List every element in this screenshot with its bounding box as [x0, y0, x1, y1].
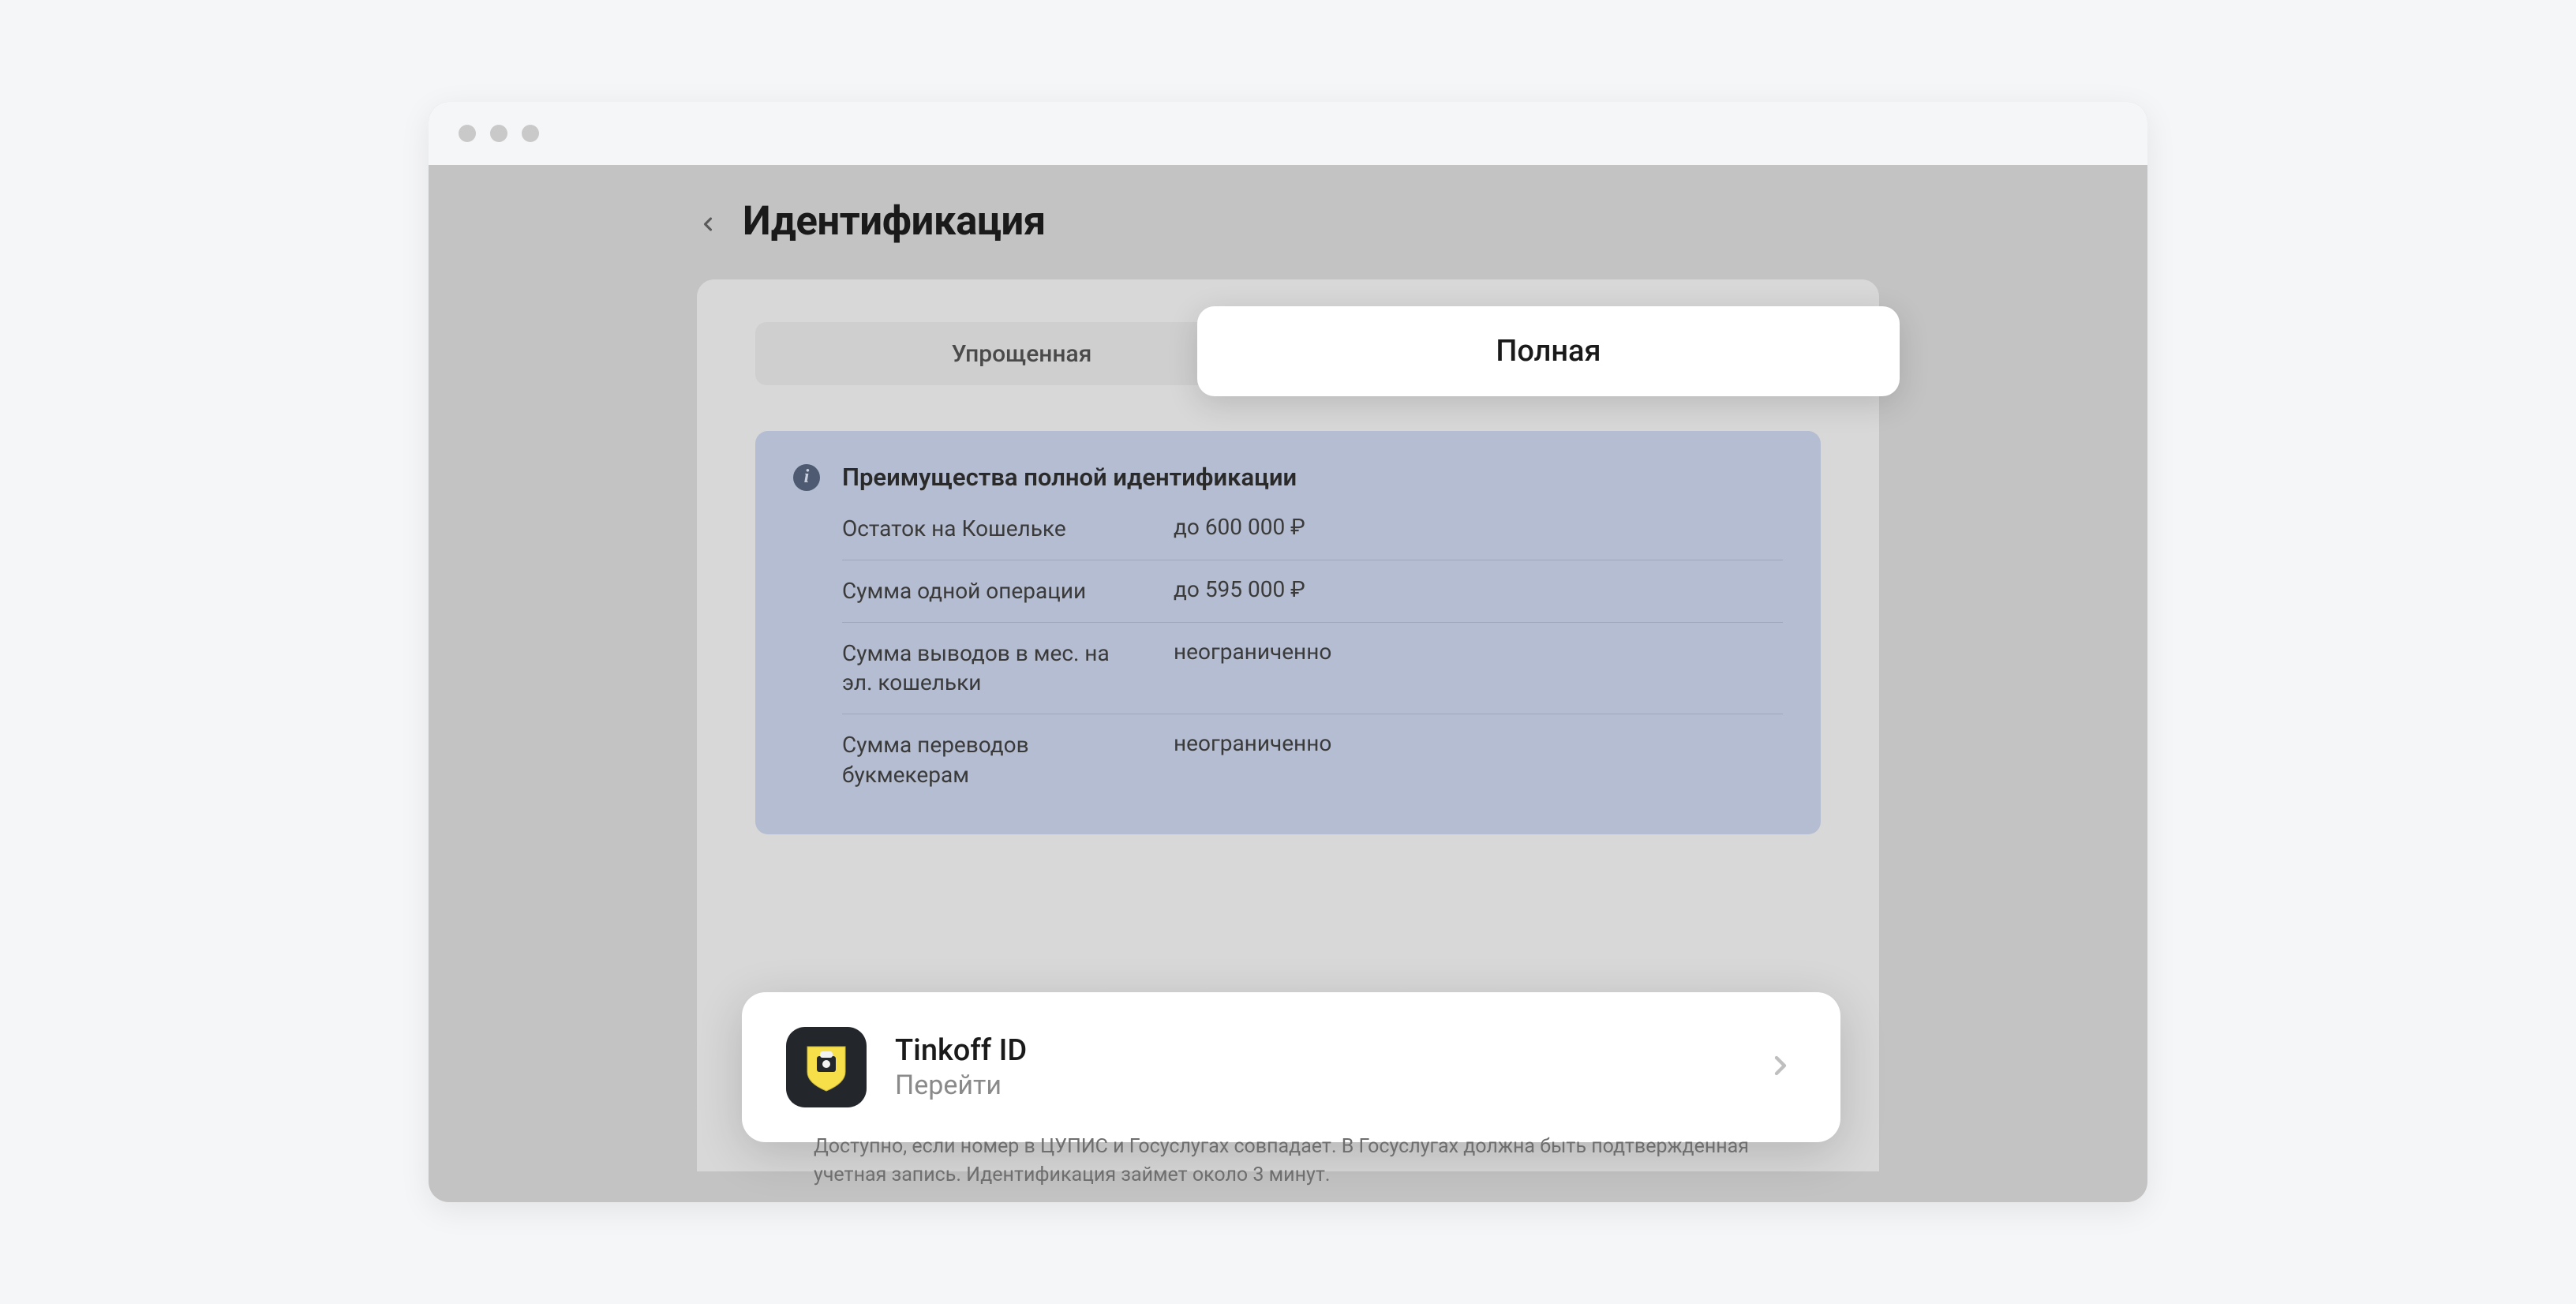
tinkoff-id-card[interactable]: Tinkoff ID Перейти — [742, 992, 1840, 1142]
benefits-row-value: неограниченно — [1174, 639, 1331, 699]
benefits-row-label: Остаток на Кошельке — [842, 514, 1142, 544]
footnote-text: Доступно, если номер в ЦУПИС и Госуслуга… — [814, 1133, 1762, 1190]
benefits-row-label: Сумма выводов в мес. на эл. кошельки — [842, 639, 1142, 699]
info-icon: i — [793, 464, 820, 491]
back-icon[interactable] — [697, 213, 714, 230]
chevron-right-icon — [1765, 1050, 1796, 1085]
benefits-row: Сумма одной операции до 595 000 ₽ — [842, 560, 1783, 622]
tab-full[interactable]: Полная — [1197, 306, 1900, 396]
tinkoff-id-subtitle: Перейти — [895, 1070, 1736, 1101]
benefits-row-value: до 600 000 ₽ — [1174, 514, 1305, 544]
benefits-row-value: до 595 000 ₽ — [1174, 576, 1305, 606]
app-window: Идентификация Упрощенная Полная i Преиму… — [429, 102, 2147, 1202]
benefits-row-label: Сумма переводов букмекерам — [842, 730, 1142, 790]
tinkoff-logo-icon — [786, 1027, 867, 1107]
benefits-title: Преимущества полной идентификации — [842, 463, 1297, 492]
benefits-panel: i Преимущества полной идентификации Оста… — [755, 431, 1821, 834]
benefits-header: i Преимущества полной идентификации — [793, 463, 1783, 492]
benefits-row: Сумма выводов в мес. на эл. кошельки нео… — [842, 622, 1783, 714]
tinkoff-id-title: Tinkoff ID — [895, 1033, 1736, 1068]
benefits-row-value: неограниченно — [1174, 730, 1331, 790]
benefits-row: Остаток на Кошельке до 600 000 ₽ — [842, 514, 1783, 560]
page-title: Идентификация — [743, 198, 1046, 245]
benefits-row-label: Сумма одной операции — [842, 576, 1142, 606]
benefits-row: Сумма переводов букмекерам неограниченно — [842, 714, 1783, 806]
page-header: Идентификация — [429, 165, 2147, 279]
tabs: Упрощенная Полная — [755, 322, 1821, 385]
tinkoff-id-texts: Tinkoff ID Перейти — [895, 1033, 1736, 1101]
close-dot[interactable] — [459, 125, 476, 142]
window-titlebar — [429, 102, 2147, 165]
minimize-dot[interactable] — [490, 125, 507, 142]
maximize-dot[interactable] — [522, 125, 539, 142]
benefits-rows: Остаток на Кошельке до 600 000 ₽ Сумма о… — [842, 514, 1783, 806]
